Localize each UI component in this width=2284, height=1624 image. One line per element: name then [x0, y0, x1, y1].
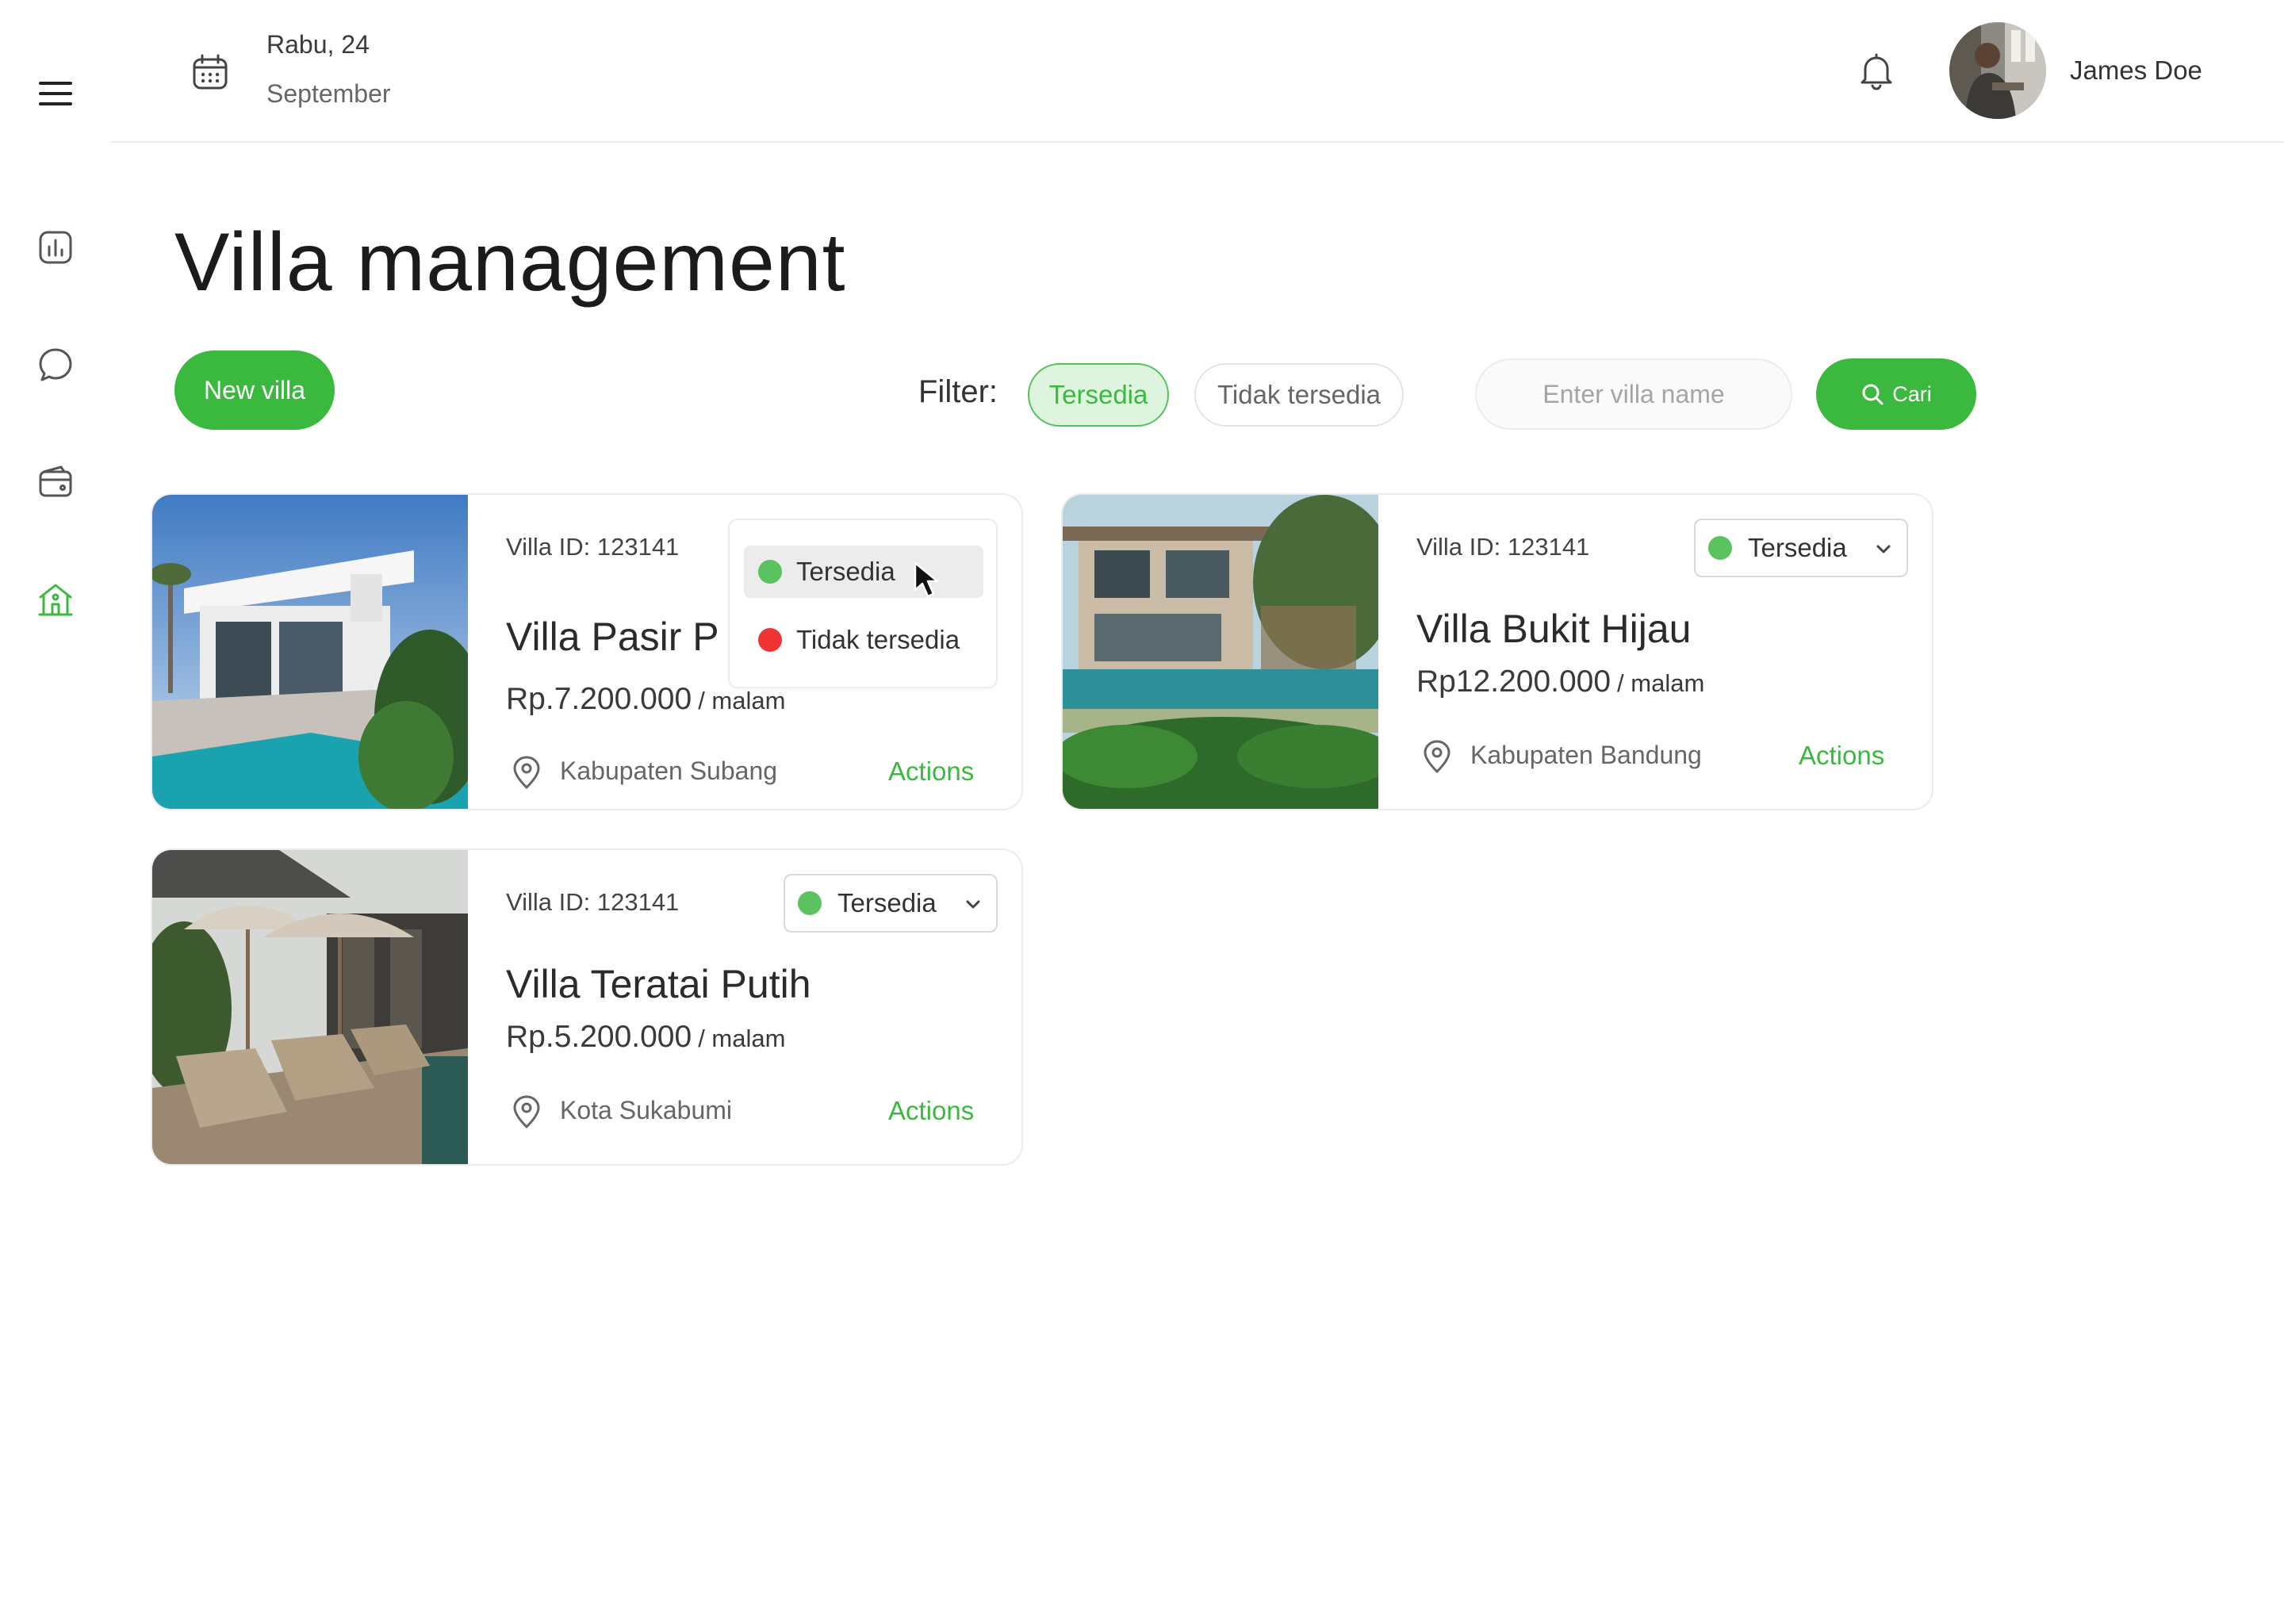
- price-unit: / malam: [698, 1025, 786, 1052]
- red-status-dot: [758, 628, 782, 652]
- green-status-dot: [758, 560, 782, 584]
- villa-location: Kabupaten Subang: [560, 756, 778, 785]
- hamburger-menu-icon: [39, 82, 72, 105]
- villa-id: Villa ID: 123141: [506, 888, 680, 916]
- actions-button[interactable]: Actions: [888, 1096, 974, 1126]
- status-dropdown-menu: Tersedia Tidak tersedia: [728, 519, 998, 688]
- sidebar-item-analytics[interactable]: [32, 224, 79, 271]
- location-pin-icon: [1424, 740, 1450, 774]
- villa-photo: [152, 495, 468, 809]
- filter-chip-tersedia[interactable]: Tersedia: [1028, 363, 1169, 427]
- chat-icon: [39, 348, 72, 381]
- user-name[interactable]: James Doe: [2070, 56, 2202, 86]
- green-status-dot: [1708, 536, 1732, 560]
- villa-location: Kota Sukabumi: [560, 1096, 733, 1124]
- menu-button[interactable]: [32, 70, 79, 117]
- avatar[interactable]: [1949, 22, 2046, 119]
- villa-card: Villa ID: 123141 Tersedia Villa Bukit Hi…: [1061, 493, 1933, 810]
- villa-name: Villa Pasir P: [506, 615, 719, 659]
- actions-button[interactable]: Actions: [1799, 741, 1884, 771]
- price-unit: / malam: [1617, 669, 1705, 697]
- home-icon: [38, 584, 73, 616]
- villa-photo: [1063, 495, 1378, 809]
- green-status-dot: [798, 891, 822, 915]
- calendar-icon: [193, 54, 228, 90]
- villa-search-input[interactable]: [1475, 358, 1792, 430]
- status-option-tidak-tersedia[interactable]: Tidak tersedia: [744, 614, 983, 666]
- notification-bell-icon[interactable]: [1856, 51, 1897, 92]
- filter-chip-tidak-tersedia[interactable]: Tidak tersedia: [1194, 363, 1404, 427]
- status-select[interactable]: Tersedia: [784, 874, 998, 933]
- status-option-label: Tersedia: [796, 557, 895, 586]
- villa-photo: [152, 850, 468, 1164]
- date-month: September: [266, 79, 391, 108]
- top-bar: Rabu, 24 September James Doe: [111, 0, 2284, 143]
- new-villa-button[interactable]: New villa: [174, 350, 335, 430]
- actions-button[interactable]: Actions: [888, 756, 974, 787]
- mouse-cursor-icon: [914, 561, 939, 598]
- villa-name: Villa Teratai Putih: [506, 962, 811, 1006]
- villa-price-row: Rp12.200.000/ malam: [1416, 665, 1704, 699]
- search-icon: [1862, 384, 1884, 405]
- wallet-icon: [39, 465, 72, 497]
- sidebar: [0, 0, 111, 1624]
- filter-label: Filter:: [918, 374, 998, 409]
- chevron-down-icon: [966, 900, 980, 909]
- location-pin-icon: [513, 1095, 540, 1129]
- status-option-label: Tidak tersedia: [796, 625, 960, 654]
- status-option-tersedia[interactable]: Tersedia: [744, 546, 983, 598]
- location-pin-icon: [513, 756, 540, 790]
- sidebar-item-wallet[interactable]: [32, 458, 79, 506]
- villa-price: Rp.5.200.000: [506, 1020, 692, 1054]
- villa-id: Villa ID: 123141: [506, 533, 680, 561]
- bar-chart-icon: [39, 231, 72, 264]
- villa-price-row: Rp.5.200.000/ malam: [506, 1020, 785, 1055]
- search-button[interactable]: Cari: [1816, 358, 1976, 430]
- chevron-down-icon: [1876, 545, 1891, 553]
- avatar-photo: [1949, 22, 2046, 119]
- status-select-value: Tersedia: [837, 888, 937, 917]
- villa-price: Rp.7.200.000: [506, 682, 692, 716]
- status-select[interactable]: Tersedia: [1694, 519, 1908, 577]
- villa-location: Kabupaten Bandung: [1470, 741, 1702, 769]
- search-button-label: Cari: [1892, 381, 1932, 406]
- villa-card: Villa ID: 123141 Tersedia Villa Teratai …: [151, 848, 1023, 1166]
- date-day: Rabu, 24: [266, 30, 370, 59]
- villa-name: Villa Bukit Hijau: [1416, 607, 1692, 651]
- price-unit: / malam: [698, 687, 786, 714]
- villa-id: Villa ID: 123141: [1416, 533, 1590, 561]
- page-title: Villa management: [174, 216, 846, 308]
- status-select-value: Tersedia: [1748, 533, 1847, 562]
- villa-price: Rp12.200.000: [1416, 665, 1611, 699]
- sidebar-item-villas[interactable]: [32, 576, 79, 623]
- sidebar-item-messages[interactable]: [32, 341, 79, 389]
